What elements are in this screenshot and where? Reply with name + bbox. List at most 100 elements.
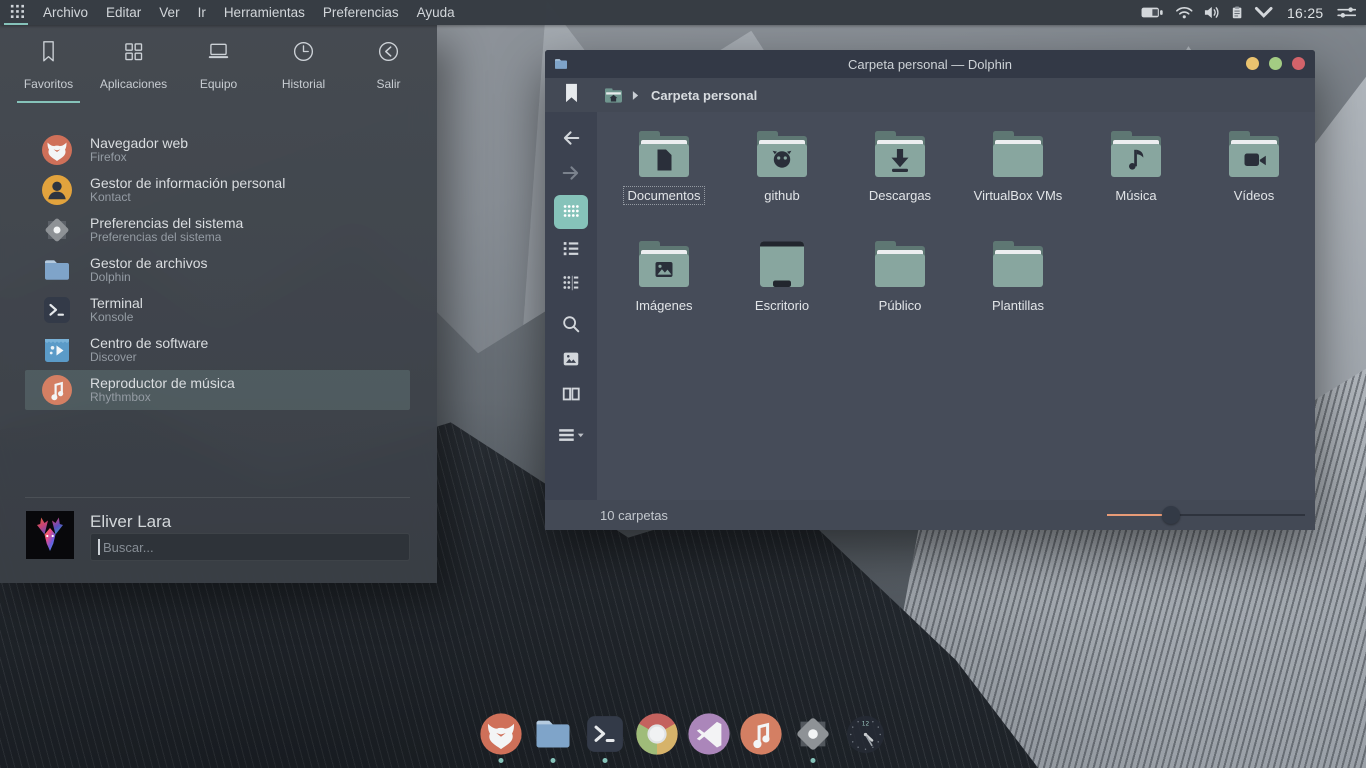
folder-name: Documentos	[624, 187, 705, 204]
settings-icon	[41, 214, 73, 246]
dolphin-window: Carpeta personal — Dolphin Carpeta perso…	[545, 50, 1315, 530]
application-launcher-panel: Favoritos Aplicaciones Equipo Historial	[0, 25, 437, 583]
titlebar[interactable]: Carpeta personal — Dolphin	[545, 50, 1315, 78]
split-button[interactable]	[553, 378, 589, 413]
clipboard-icon	[1232, 6, 1243, 19]
view-list-icon	[561, 238, 581, 261]
dock-settings[interactable]	[791, 710, 835, 766]
tweaks-icon	[1337, 6, 1357, 19]
tab-label: Aplicaciones	[100, 77, 167, 91]
bookmark-icon[interactable]	[545, 83, 597, 108]
folder-name: Vídeos	[1230, 187, 1278, 204]
maximize-button[interactable]	[1269, 57, 1282, 70]
slider-knob[interactable]	[1162, 506, 1180, 524]
dock-chrome[interactable]	[635, 710, 679, 766]
files-icon	[553, 56, 569, 72]
search-button[interactable]	[553, 308, 589, 343]
Música[interactable]: Música	[1077, 126, 1195, 236]
menubar-item[interactable]: Editar	[97, 0, 150, 25]
tray-item[interactable]	[1204, 0, 1221, 25]
view-details-button[interactable]	[553, 267, 589, 302]
tab-aplicaciones[interactable]: Aplicaciones	[91, 25, 176, 103]
tray-item[interactable]	[1254, 0, 1274, 25]
search-input[interactable]	[90, 533, 410, 561]
zoom-slider[interactable]	[1107, 506, 1305, 524]
breadcrumb-current[interactable]: Carpeta personal	[651, 88, 757, 103]
chrome-icon	[635, 710, 679, 766]
menubar-item[interactable]: Preferencias	[314, 0, 408, 25]
app-firefox[interactable]: Navegador web Firefox	[25, 130, 410, 170]
preview-button[interactable]	[553, 343, 589, 378]
folder-github-icon	[753, 128, 811, 180]
app-preferencias[interactable]: Preferencias del sistema Preferencias de…	[25, 210, 410, 250]
leave-icon	[375, 38, 402, 70]
Escritorio[interactable]: Escritorio	[723, 236, 841, 346]
status-bar: 10 carpetas	[545, 500, 1315, 530]
view-icons-button[interactable]	[554, 195, 588, 229]
kontact-icon	[41, 174, 73, 206]
menu-icon	[557, 425, 585, 448]
app-rhythmbox[interactable]: Reproductor de música Rhythmbox	[25, 370, 410, 410]
menubar-item[interactable]: Ver	[150, 0, 188, 25]
menubar-item[interactable]: Archivo	[34, 0, 97, 25]
folder-view: Documentos github Descargas VirtualBox V…	[597, 112, 1315, 500]
tray-item[interactable]	[1232, 0, 1243, 25]
tab-label: Equipo	[200, 77, 237, 91]
window-app-icon	[553, 56, 569, 72]
dock-files[interactable]	[531, 710, 575, 766]
app-dolphin[interactable]: Gestor de archivos Dolphin	[25, 250, 410, 290]
folder-video-icon	[1225, 128, 1283, 180]
Público[interactable]: Público	[841, 236, 959, 346]
forward-button[interactable]	[553, 157, 589, 192]
tab-label: Favoritos	[24, 77, 73, 91]
bookmark-icon	[35, 38, 62, 70]
Vídeos[interactable]: Vídeos	[1195, 126, 1313, 236]
tab-historial[interactable]: Historial	[261, 25, 346, 103]
Descargas[interactable]: Descargas	[841, 126, 959, 236]
dock-terminal[interactable]	[583, 710, 627, 766]
app-konsole[interactable]: Terminal Konsole	[25, 290, 410, 330]
back-button[interactable]	[553, 122, 589, 157]
home-folder-icon[interactable]	[604, 87, 623, 104]
Plantillas[interactable]: Plantillas	[959, 236, 1077, 346]
window-buttons	[1246, 57, 1305, 70]
tab-label: Salir	[376, 77, 400, 91]
folder-name: VirtualBox VMs	[970, 187, 1067, 204]
app-launcher-button[interactable]	[4, 0, 30, 25]
tray-item[interactable]	[1175, 0, 1194, 25]
Documentos[interactable]: Documentos	[605, 126, 723, 236]
tray-item[interactable]	[1337, 0, 1357, 25]
battery-icon	[1141, 6, 1164, 19]
github[interactable]: github	[723, 126, 841, 236]
clock-text[interactable]: 16:25	[1287, 5, 1324, 21]
deer-icon	[26, 511, 74, 559]
app-discover[interactable]: Centro de software Discover	[25, 330, 410, 370]
menubar-item[interactable]: Ir	[189, 0, 215, 25]
running-indicator	[499, 758, 504, 763]
minimize-button[interactable]	[1246, 57, 1259, 70]
app-subtitle: Rhythmbox	[90, 391, 235, 405]
tab-favoritos[interactable]: Favoritos	[6, 25, 91, 103]
close-button[interactable]	[1292, 57, 1305, 70]
view-icons-icon	[561, 201, 581, 224]
view-compact-button[interactable]	[553, 232, 589, 267]
menubar-item[interactable]: Herramientas	[215, 0, 314, 25]
apps-grid-icon	[120, 38, 147, 70]
dock-vscode[interactable]	[687, 710, 731, 766]
dock-clock[interactable]: 12	[843, 710, 887, 766]
dock-rhythmbox[interactable]	[739, 710, 783, 766]
Imágenes[interactable]: Imágenes	[605, 236, 723, 346]
menubar-item[interactable]: Ayuda	[408, 0, 464, 25]
dock-firefox[interactable]	[479, 710, 523, 766]
folder-name: Escritorio	[751, 297, 813, 314]
app-kontact[interactable]: Gestor de información personal Kontact	[25, 170, 410, 210]
tray-item[interactable]	[1141, 0, 1164, 25]
running-indicator	[603, 758, 608, 763]
VirtualBox VMs[interactable]: VirtualBox VMs	[959, 126, 1077, 236]
tab-equipo[interactable]: Equipo	[176, 25, 261, 103]
tab-salir[interactable]: Salir	[346, 25, 431, 103]
menu-button[interactable]	[553, 419, 589, 454]
folder-name: Descargas	[865, 187, 935, 204]
launcher-search	[90, 533, 410, 561]
crumb-arrow-icon	[632, 90, 639, 101]
